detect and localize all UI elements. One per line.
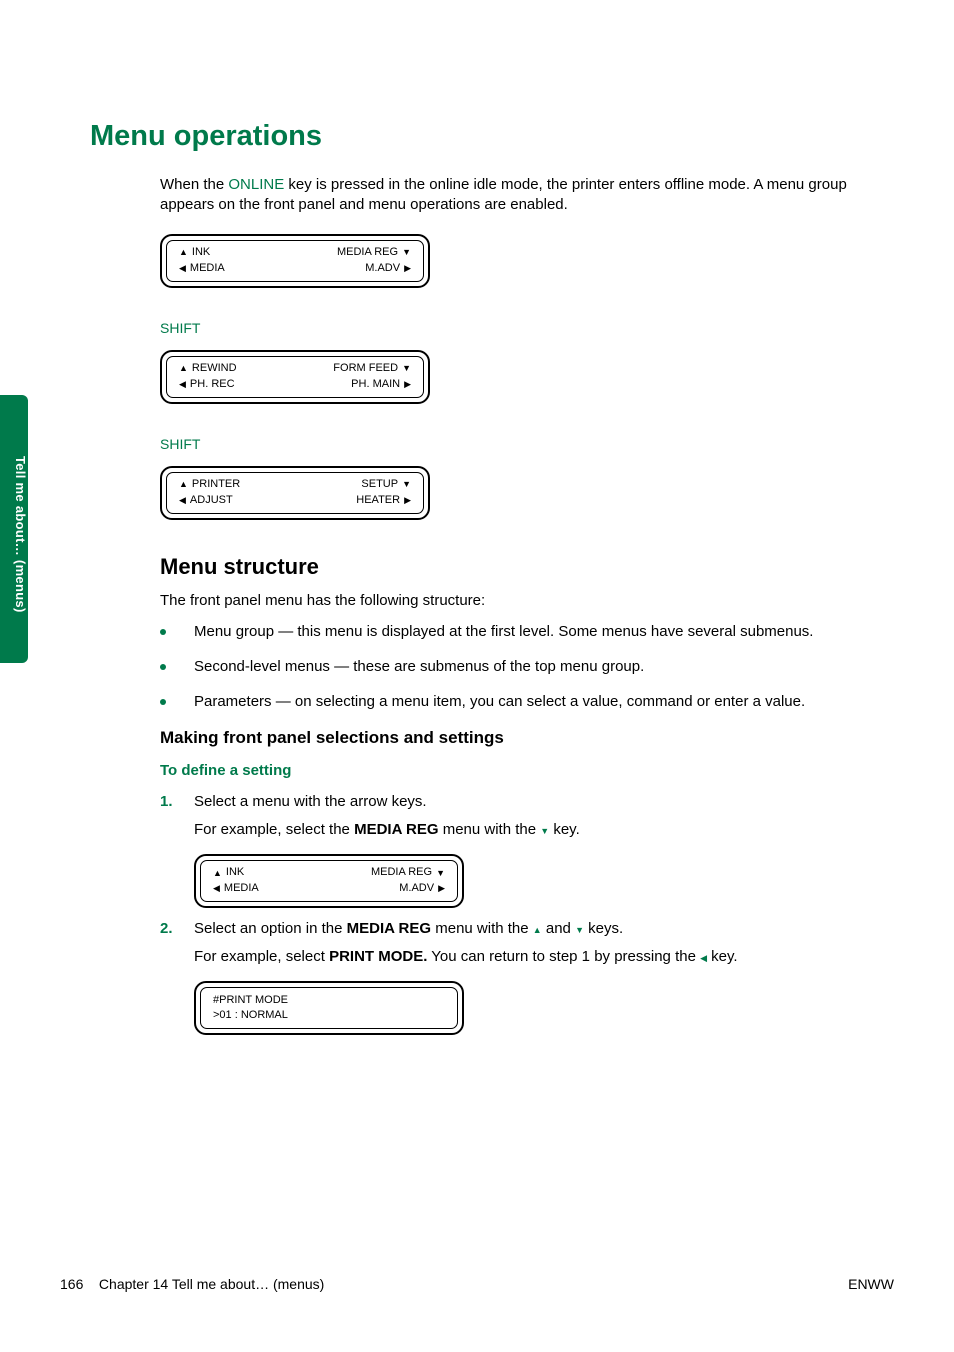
lcd-display-2: REWIND FORM FEED PH. REC PH. MAIN xyxy=(160,350,894,404)
bullet-list: Menu group — this menu is displayed at t… xyxy=(160,623,894,710)
step-1-text: Select a menu with the arrow keys. xyxy=(194,793,894,810)
step-number: 1. xyxy=(160,793,194,810)
lcd2-r1l: REWIND xyxy=(192,361,237,376)
lcd3-r2r: HEATER xyxy=(356,493,400,508)
lcd2-r2r: PH. MAIN xyxy=(351,377,400,392)
lcd1-r2l: MEDIA xyxy=(190,261,225,276)
step1-sub-pre: For example, select the xyxy=(194,821,354,838)
triangle-up-icon xyxy=(213,869,222,878)
footer-right: ENWW xyxy=(848,1276,894,1292)
lcd-display-5: #PRINT MODE >01 : NORMAL xyxy=(194,981,894,1035)
lcd1-r2r: M.ADV xyxy=(365,261,400,276)
online-key-label: ONLINE xyxy=(228,176,284,193)
lcd4-r2l: MEDIA xyxy=(224,881,259,896)
triangle-down-icon xyxy=(402,480,411,489)
triangle-down-icon xyxy=(402,364,411,373)
step-2: 2. Select an option in the MEDIA REG men… xyxy=(160,920,894,937)
lcd5-r2: >01 : NORMAL xyxy=(213,1008,288,1023)
triangle-left-icon xyxy=(700,954,707,963)
list-item: Menu group — this menu is displayed at t… xyxy=(160,623,894,640)
triangle-up-icon xyxy=(179,248,188,257)
intro-pre: When the xyxy=(160,176,228,193)
lcd1-r1l: INK xyxy=(192,245,210,260)
lcd3-r1r: SETUP xyxy=(361,477,398,492)
triangle-up-icon xyxy=(179,364,188,373)
lcd2-r2l: PH. REC xyxy=(190,377,235,392)
bullet-icon xyxy=(160,664,166,670)
step-2-subtext: For example, select PRINT MODE. You can … xyxy=(194,947,894,967)
triangle-right-icon xyxy=(404,496,411,505)
bullet-text-2: Second-level menus — these are submenus … xyxy=(194,658,644,675)
triangle-left-icon xyxy=(179,496,186,505)
lcd-display-1: INK MEDIA REG MEDIA M.ADV xyxy=(160,234,894,288)
triangle-down-icon xyxy=(540,827,549,836)
list-item: Parameters — on selecting a menu item, y… xyxy=(160,693,894,710)
triangle-down-icon xyxy=(402,248,411,257)
footer-chapter: Chapter 14 Tell me about… (menus) xyxy=(99,1276,324,1292)
menu-structure-heading: Menu structure xyxy=(160,554,894,580)
lcd4-r1l: INK xyxy=(226,865,244,880)
list-item: Second-level menus — these are submenus … xyxy=(160,658,894,675)
bullet-text-1: Menu group — this menu is displayed at t… xyxy=(194,623,813,640)
footer-left: 166 Chapter 14 Tell me about… (menus) xyxy=(60,1276,324,1292)
step-2-text: Select an option in the MEDIA REG menu w… xyxy=(194,920,894,937)
step1-sub-post: key. xyxy=(549,821,580,838)
menu-structure-intro: The front panel menu has the following s… xyxy=(160,592,894,609)
shift-label-1: SHIFT xyxy=(160,320,894,336)
step2-bold: MEDIA REG xyxy=(347,920,431,937)
step2-sub-pre: For example, select xyxy=(194,948,329,965)
triangle-right-icon xyxy=(438,884,445,893)
lcd4-r1r: MEDIA REG xyxy=(371,865,432,880)
lcd5-r1: #PRINT MODE xyxy=(213,993,288,1008)
page-title: Menu operations xyxy=(90,120,894,153)
triangle-down-icon xyxy=(436,869,445,878)
step-1-subtext: For example, select the MEDIA REG menu w… xyxy=(194,820,894,840)
step2-sub-mid: You can return to step 1 by pressing the xyxy=(427,948,700,965)
step2-sub-post: key. xyxy=(707,948,738,965)
triangle-left-icon xyxy=(213,884,220,893)
step2-mid: menu with the xyxy=(431,920,533,937)
page-footer: 166 Chapter 14 Tell me about… (menus) EN… xyxy=(60,1276,894,1292)
triangle-up-icon xyxy=(179,480,188,489)
lcd1-r1r: MEDIA REG xyxy=(337,245,398,260)
bullet-text-3: Parameters — on selecting a menu item, y… xyxy=(194,693,805,710)
lcd4-r2r: M.ADV xyxy=(399,881,434,896)
intro-text: When the ONLINE key is pressed in the on… xyxy=(160,175,894,216)
triangle-right-icon xyxy=(404,264,411,273)
making-selections-heading: Making front panel selections and settin… xyxy=(160,728,894,748)
sidebar-tab: Tell me about… (menus) xyxy=(0,395,28,663)
step1-sub-bold: MEDIA REG xyxy=(354,821,438,838)
step2-post: keys. xyxy=(584,920,623,937)
lcd2-r1r: FORM FEED xyxy=(333,361,398,376)
triangle-down-icon xyxy=(575,926,584,935)
step-number: 2. xyxy=(160,920,194,937)
triangle-left-icon xyxy=(179,380,186,389)
step-1: 1. Select a menu with the arrow keys. xyxy=(160,793,894,810)
define-setting-heading: To define a setting xyxy=(160,762,894,779)
lcd-display-3: PRINTER SETUP ADJUST HEATER xyxy=(160,466,894,520)
step1-sub-mid: menu with the xyxy=(439,821,541,838)
triangle-right-icon xyxy=(404,380,411,389)
step2-and: and xyxy=(542,920,575,937)
footer-page-number: 166 xyxy=(60,1276,83,1292)
triangle-left-icon xyxy=(179,264,186,273)
triangle-up-icon xyxy=(533,926,542,935)
step2-pre: Select an option in the xyxy=(194,920,347,937)
step2-sub-bold: PRINT MODE. xyxy=(329,948,427,965)
lcd-display-4: INK MEDIA REG MEDIA M.ADV xyxy=(194,854,894,908)
lcd3-r1l: PRINTER xyxy=(192,477,240,492)
shift-label-2: SHIFT xyxy=(160,436,894,452)
lcd3-r2l: ADJUST xyxy=(190,493,233,508)
bullet-icon xyxy=(160,699,166,705)
bullet-icon xyxy=(160,629,166,635)
